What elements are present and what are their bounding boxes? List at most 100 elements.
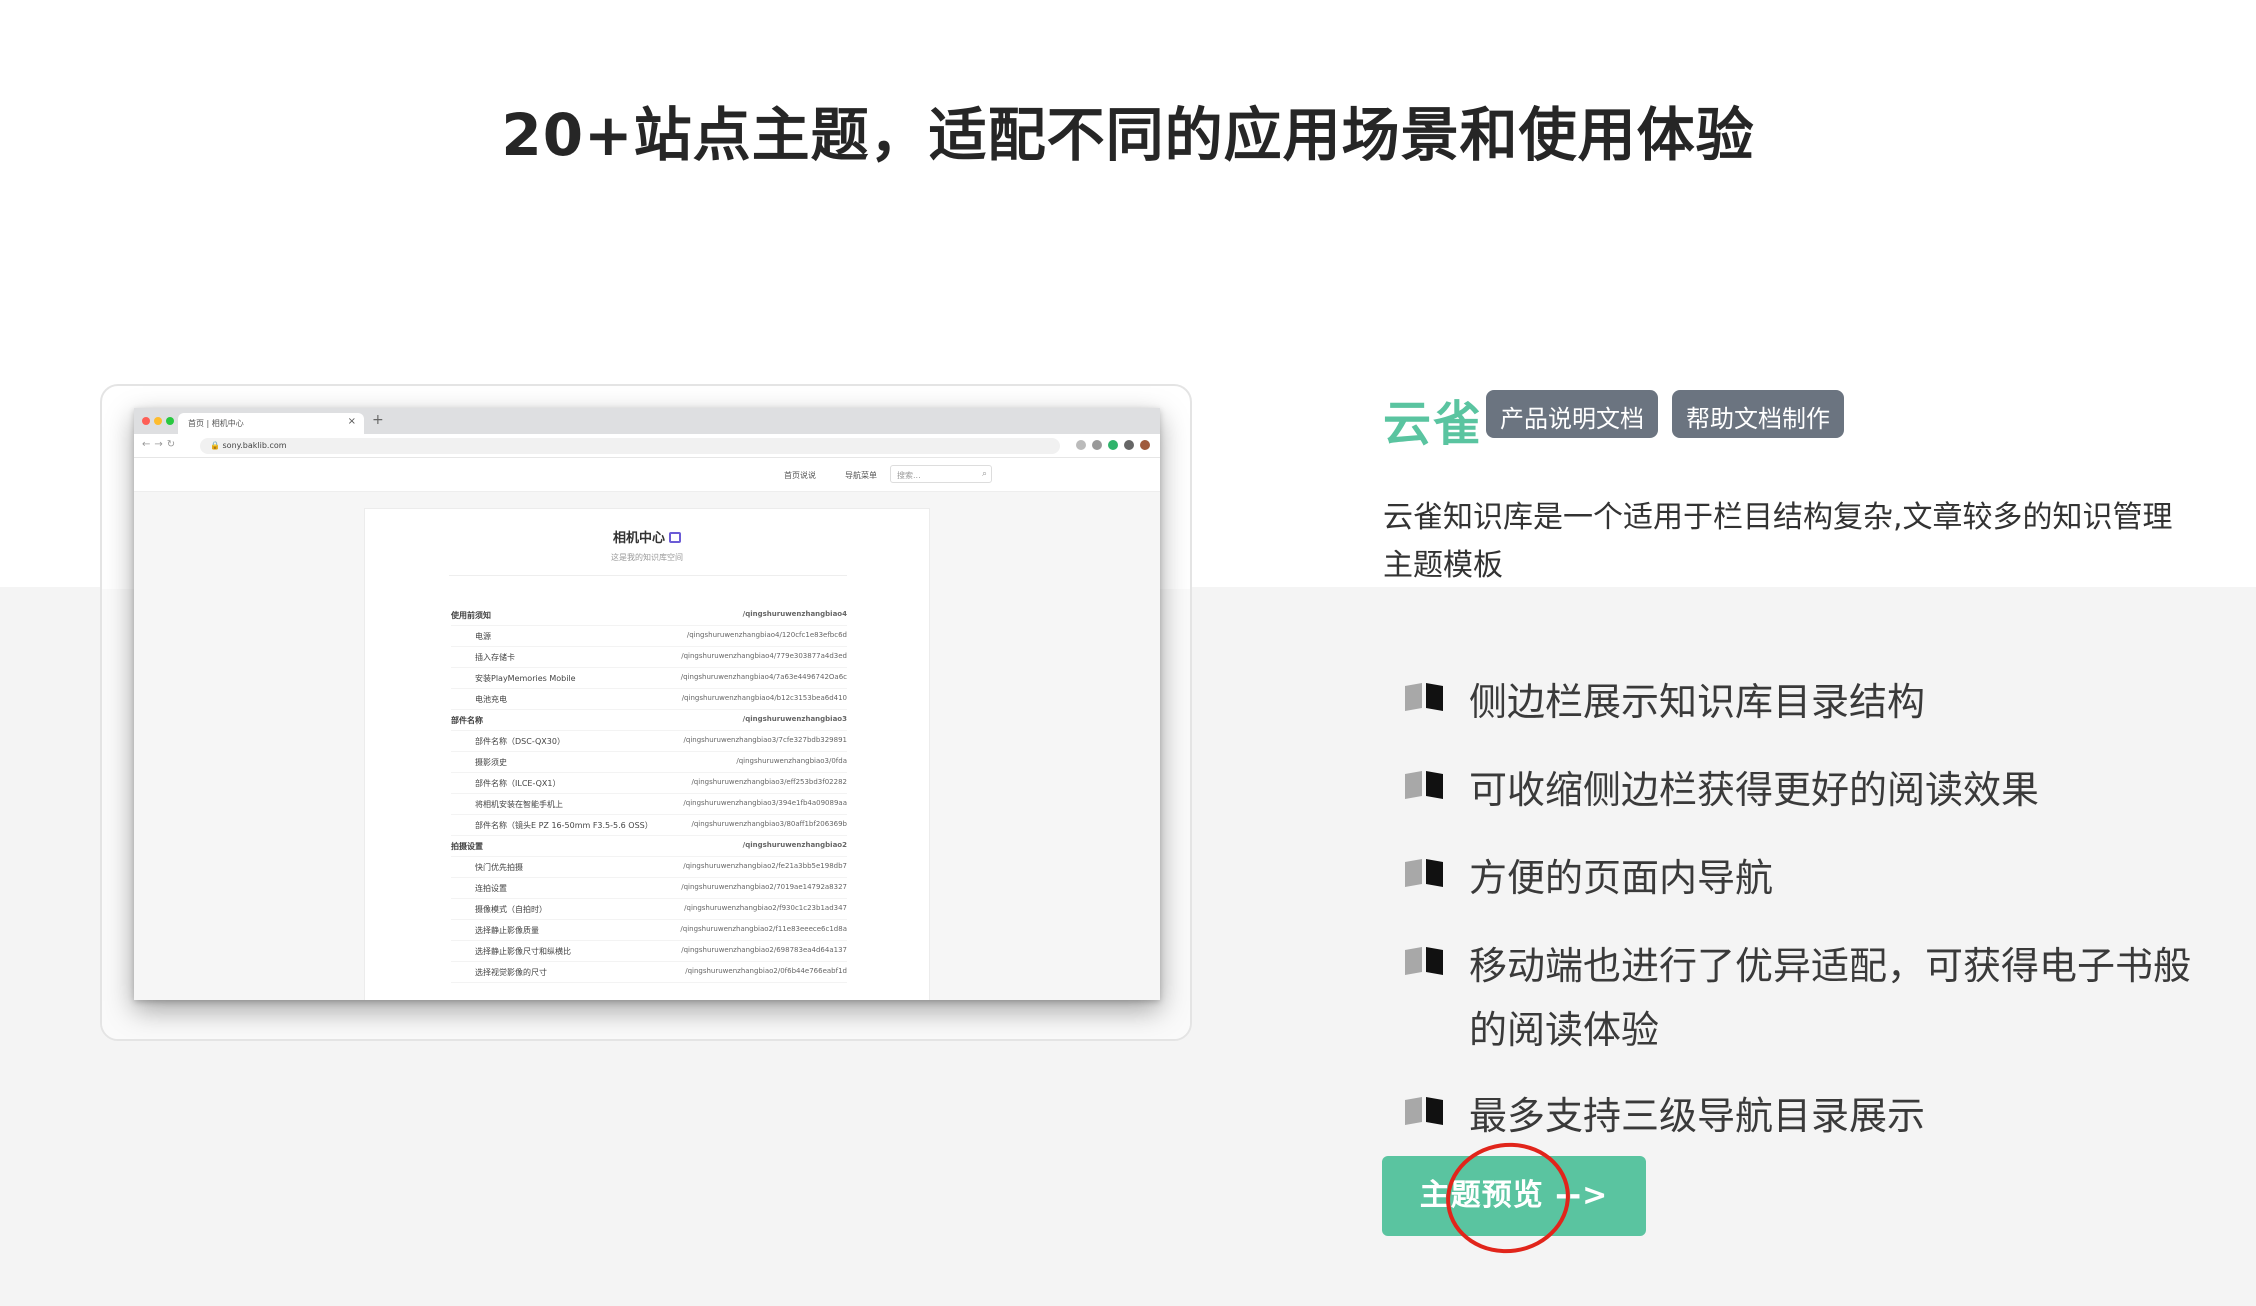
new-tab-icon: + [372,412,384,428]
feature-item: 移动端也进行了优异适配，可获得电子书般的阅读体验 [1403,934,2203,1062]
directory-row-path: /qingshuruwenzhangbiao3/7cfe327bdb329891 [683,736,847,744]
directory-row: 将相机安装在智能手机上/qingshuruwenzhangbiao3/394e1… [451,794,847,815]
directory-row-title: 使用前须知 [451,611,491,620]
directory-row-path: /qingshuruwenzhangbiao2/0f6b44e766eabf1d [685,967,847,975]
feature-item: 方便的页面内导航 [1403,846,2203,910]
directory-row: 连拍设置/qingshuruwenzhangbiao2/7019ae14792a… [451,878,847,899]
directory-row-title: 摄像模式（自拍时） [475,905,547,914]
directory-row-title: 电源 [475,632,491,641]
directory-row: 部件名称（镜头E PZ 16-50mm F3.5-5.6 OSS） /qingsh… [451,815,847,836]
feature-item: 侧边栏展示知识库目录结构 [1403,670,2203,734]
book-icon [1405,683,1443,711]
site-header: 首页说说 导航菜单 搜索... ⌕ [134,458,1160,492]
directory-row: 部件名称/qingshuruwenzhangbiao3 [451,710,847,731]
site-body: 相机中心 这是我的知识库空间 使用前须知/qingshuruwenzhangbi… [134,492,1160,1000]
book-icon [1405,771,1443,799]
directory-row: 拍摄设置/qingshuruwenzhangbiao2 [451,836,847,857]
directory-row-title: 部件名称 [451,716,483,725]
directory-row-title: 部件名称（ILCE-QX1） [475,779,561,788]
feature-text: 侧边栏展示知识库目录结构 [1469,680,1926,724]
directory-row-path: /qingshuruwenzhangbiao3/eff253bd3f02282 [691,778,847,786]
directory-row-path: /qingshuruwenzhangbiao3/394e1fb4a09089aa [683,799,847,807]
extension-icon [1092,440,1102,450]
feature-item: 最多支持三级导航目录展示 [1403,1084,2203,1148]
directory-row: 部件名称（ILCE-QX1） /qingshuruwenzhangbiao3/ef… [451,773,847,794]
site-search-placeholder: 搜索... [897,471,921,480]
feature-text: 方便的页面内导航 [1469,856,1774,900]
site-menu-item: 导航菜单 [845,471,877,480]
directory-list: 使用前须知/qingshuruwenzhangbiao4 电源/qingshuru… [451,605,847,983]
directory-row-title: 将相机安装在智能手机上 [475,800,563,809]
directory-row-path: /qingshuruwenzhangbiao4/779e303877a4d3ed [681,652,847,660]
page-headline: 20+站点主题，适配不同的应用场景和使用体验 [501,101,1755,169]
directory-row-path: /qingshuruwenzhangbiao2/fe21a3bb5e198db7 [683,862,847,870]
directory-row-path: /qingshuruwenzhangbiao4/120cfc1e83efbc6d [686,631,847,639]
directory-row-title: 连拍设置 [475,884,507,893]
directory-row-title: 摄影须史 [475,758,507,767]
directory-row: 电源/qingshuruwenzhangbiao4/120cfc1e83efbc… [451,626,847,647]
directory-row-title: 插入存储卡 [475,653,515,662]
browser-nav-icons: ←→↻ [142,439,180,450]
directory-row-path: /qingshuruwenzhangbiao2/f930c1c23b1ad347 [684,904,847,912]
browser-tab: 首页 | 相机中心 × [178,413,364,434]
directory-row-path: /qingshuruwenzhangbiao2/7019ae14792a8327 [681,883,847,891]
directory-row-title: 选择静止影像尺寸和纵横比 [475,947,571,956]
browser-mockup: 首页 | 相机中心 × + ←→↻ 🔒 sony.baklib.com 首页说说… [134,408,1160,1000]
feature-item: 可收缩侧边栏获得更好的阅读效果 [1403,758,2203,822]
directory-row-title: 电池充电 [475,695,507,704]
extension-icon [1108,440,1118,450]
directory-row: 部件名称（DSC-QX30） /qingshuruwenzhangbiao3/7c… [451,731,847,752]
maximize-dot-icon [166,417,174,425]
browser-tab-bar: 首页 | 相机中心 × + [134,408,1160,434]
theme-description: 云雀知识库是一个适用于栏目结构复杂,文章较多的知识管理主题模板 [1383,500,2173,583]
browser-tab-title: 首页 | 相机中心 [188,419,244,428]
site-menu-item: 首页说说 [784,471,816,480]
directory-row-title: 选择视觉影像的尺寸 [475,968,547,977]
search-icon: ⌕ [981,469,987,479]
directory-row-path: /qingshuruwenzhangbiao2 [742,841,847,849]
directory-row-title: 部件名称（镜头E PZ 16-50mm F3.5-5.6 OSS） [475,821,653,830]
puzzle-icon [1124,440,1134,450]
site-title-text: 相机中心 [612,531,665,546]
directory-row-title: 拍摄设置 [451,842,483,851]
directory-row-path: /qingshuruwenzhangbiao3/0fda [736,757,847,765]
feature-text: 移动端也进行了优异适配，可获得电子书般的阅读体验 [1469,944,2192,1052]
directory-row-title: 部件名称（DSC-QX30） [475,737,565,746]
directory-row-path: /qingshuruwenzhangbiao3 [742,715,847,723]
directory-row: 使用前须知/qingshuruwenzhangbiao4 [451,605,847,626]
directory-row: 插入存储卡/qingshuruwenzhangbiao4/779e303877a… [451,647,847,668]
theme-screenshot-card: 首页 | 相机中心 × + ←→↻ 🔒 sony.baklib.com 首页说说… [100,384,1192,1041]
directory-row: 快门优先拍摄/qingshuruwenzhangbiao2/fe21a3bb5e… [451,857,847,878]
directory-row-path: /qingshuruwenzhangbiao3/80aff1bf206369b [691,820,847,828]
directory-row: 电池充电/qingshuruwenzhangbiao4/b12c3153bea6… [451,689,847,710]
directory-row-path: /qingshuruwenzhangbiao2/698783ea4d64a137 [681,946,847,954]
theme-tag: 产品说明文档 [1486,390,1658,438]
close-dot-icon [142,417,150,425]
browser-url: 🔒 sony.baklib.com [200,438,1060,454]
directory-row: 摄像模式（自拍时） /qingshuruwenzhangbiao2/f930c1c… [451,899,847,920]
site-title: 相机中心 [365,527,929,546]
directory-row-path: /qingshuruwenzhangbiao4/7a63e4496742Oa6c [680,673,847,681]
browser-address-bar: ←→↻ 🔒 sony.baklib.com [134,434,1160,458]
url-text: sony.baklib.com [222,441,287,450]
site-search-box: 搜索... ⌕ [890,465,992,483]
divider [449,575,847,576]
directory-row: 摄影须史/qingshuruwenzhangbiao3/0fda [451,752,847,773]
feature-text: 最多支持三级导航目录展示 [1469,1094,1926,1138]
book-icon [1405,947,1443,975]
directory-row: 选择静止影像尺寸和纵横比/qingshuruwenzhangbiao2/6987… [451,941,847,962]
theme-tag: 帮助文档制作 [1672,390,1844,438]
directory-row-path: /qingshuruwenzhangbiao2/f11e83eeece6c1d8… [680,925,847,933]
directory-row: 选择视觉影像的尺寸/qingshuruwenzhangbiao2/0f6b44e… [451,962,847,983]
feature-list: 侧边栏展示知识库目录结构可收缩侧边栏获得更好的阅读效果 方便的页面内导航移动端也进… [1403,670,2203,1172]
tab-close-icon: × [347,416,356,427]
directory-row-path: /qingshuruwenzhangbiao4 [742,610,847,618]
site-subtitle: 这是我的知识库空间 [611,553,683,562]
directory-row: 选择静止影像质量/qingshuruwenzhangbiao2/f11e83ee… [451,920,847,941]
feature-text: 可收缩侧边栏获得更好的阅读效果 [1469,768,2040,812]
minimize-dot-icon [154,417,162,425]
theme-brand-name: 云雀 [1383,396,1484,452]
directory-row-title: 快门优先拍摄 [475,863,523,872]
directory-row-title: 安装PlayMemories Mobile [475,674,576,683]
directory-row-path: /qingshuruwenzhangbiao4/b12c3153bea6d410 [681,694,847,702]
